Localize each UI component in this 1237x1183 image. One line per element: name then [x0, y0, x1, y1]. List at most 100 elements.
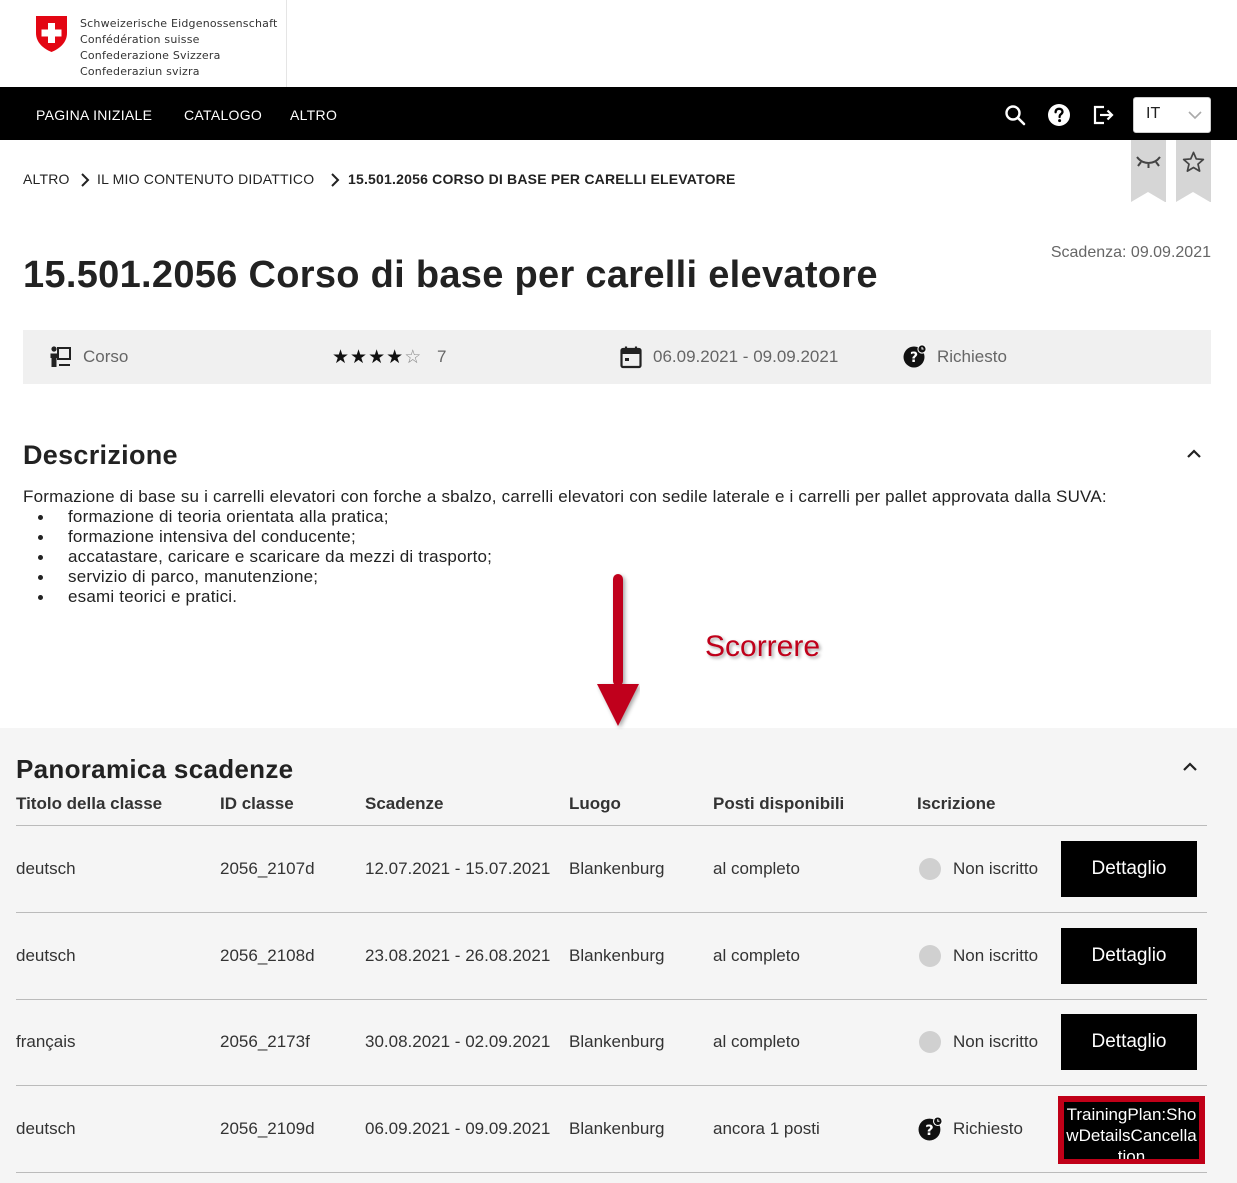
cell-class-id: 2056_2109d [220, 1119, 315, 1138]
eye-closed-icon [1136, 156, 1161, 168]
cell-dates: 23.08.2021 - 26.08.2021 [365, 946, 551, 965]
collapse-description-icon[interactable] [1186, 447, 1202, 459]
chevron-right-icon [331, 173, 340, 187]
cell-class-title: deutsch [16, 946, 76, 965]
scroll-annotation-label: Scorrere [705, 630, 821, 663]
ribbon-notch [1131, 192, 1165, 202]
list-item: formazione intensiva del conducente; [23, 527, 492, 547]
cell-enrollment: Richiesto [953, 1119, 1023, 1138]
cell-class-id: 2056_2108d [220, 946, 315, 965]
course-deadline: Scadenza: 09.09.2021 [1050, 244, 1211, 261]
column-header-enrollment[interactable]: Iscrizione [917, 794, 995, 814]
logout-icon[interactable] [1091, 103, 1115, 127]
ribbon-notch [1176, 192, 1210, 202]
request-pending-icon: ? [903, 344, 927, 368]
language-value: IT [1146, 105, 1161, 122]
star-outline-icon [1182, 151, 1205, 172]
not-enrolled-status-icon [919, 858, 941, 880]
star-filled-icon: ★ [386, 346, 405, 368]
cell-enrollment: Non iscritto [953, 859, 1039, 878]
detail-button[interactable]: Dettaglio [1061, 1014, 1197, 1070]
nav-home[interactable]: PAGINA INIZIALE [36, 87, 152, 140]
cancellation-details-button[interactable]: TrainingPlan:ShowDetailsCancellation [1058, 1096, 1205, 1164]
scroll-down-arrow-icon [597, 574, 639, 726]
chevron-down-icon [1188, 111, 1202, 120]
course-info-bar: Corso ★★★★☆ 7 06.09.2021 - 09.09.2021 ? … [23, 330, 1211, 384]
star-filled-icon: ★ [350, 346, 369, 368]
page-title: 15.501.2056 Corso di base per carelli el… [23, 254, 878, 296]
favorite-bookmark[interactable] [1176, 140, 1211, 202]
collapse-schedule-icon[interactable] [1182, 760, 1198, 772]
cell-place: Blankenburg [569, 1032, 665, 1051]
classroom-teacher-icon [50, 346, 71, 367]
list-item: esami teorici e pratici. [23, 587, 492, 607]
cell-class-id: 2056_2107d [220, 859, 315, 878]
calendar-icon [620, 346, 642, 369]
request-pending-icon: ? [918, 1116, 943, 1141]
language-select[interactable]: IT [1133, 97, 1211, 133]
detail-button[interactable]: Dettaglio [1061, 928, 1197, 984]
list-item: accatastare, caricare e scaricare da mez… [23, 547, 492, 567]
nav-more[interactable]: ALTRO [290, 87, 337, 140]
cell-dates: 06.09.2021 - 09.09.2021 [365, 1119, 551, 1138]
cell-enrollment: Non iscritto [953, 946, 1039, 965]
chevron-right-icon [81, 173, 90, 187]
cell-place: Blankenburg [569, 859, 665, 878]
course-dates: 06.09.2021 - 09.09.2021 [653, 347, 839, 366]
cell-class-id: 2056_2173f [220, 1032, 310, 1051]
search-icon[interactable] [1003, 103, 1027, 127]
not-enrolled-status-icon [919, 945, 941, 967]
svg-text:?: ? [910, 350, 918, 366]
swiss-shield-icon [36, 16, 67, 52]
svg-text:?: ? [925, 1122, 933, 1139]
star-filled-icon: ★ [368, 346, 387, 368]
list-item: servizio di parco, manutenzione; [23, 567, 492, 587]
column-header-seats[interactable]: Posti disponibili [713, 794, 844, 814]
table-divider [16, 1085, 1207, 1086]
rating-count: 7 [437, 347, 447, 366]
table-divider [16, 999, 1207, 1000]
confederation-brand[interactable]: Schweizerische Eidgenossenschaft Confédé… [0, 0, 287, 87]
table-divider [16, 1172, 1207, 1173]
column-header-dates[interactable]: Scadenze [365, 794, 443, 814]
brand-line: Schweizerische Eidgenossenschaft [80, 17, 278, 30]
main-navbar: PAGINA INIZIALE CATALOGO ALTRO [0, 87, 1237, 140]
cell-dates: 30.08.2021 - 02.09.2021 [365, 1032, 551, 1051]
breadcrumb-item-more[interactable]: ALTRO [23, 171, 70, 187]
list-item: formazione di teoria orientata alla prat… [23, 507, 492, 527]
column-header-class-id[interactable]: ID classe [220, 794, 294, 814]
cell-seats: al completo [713, 859, 800, 878]
cell-seats: al completo [713, 1032, 800, 1051]
star-filled-icon: ★ [332, 346, 351, 368]
column-header-place[interactable]: Luogo [569, 794, 621, 814]
table-divider [16, 912, 1207, 913]
description-intro: Formazione di base su i carrelli elevato… [23, 487, 1107, 506]
cell-seats: ancora 1 posti [713, 1119, 820, 1138]
star-empty-icon: ☆ [404, 346, 423, 368]
description-heading: Descrizione [23, 440, 178, 470]
cell-class-title: deutsch [16, 1119, 76, 1138]
breadcrumb-item-current: 15.501.2056 CORSO DI BASE PER CARELLI EL… [348, 171, 736, 187]
cancellation-details-label: TrainingPlan:ShowDetailsCancellation [1064, 1102, 1199, 1159]
table-divider [16, 825, 1207, 826]
ignore-bookmark[interactable] [1131, 140, 1166, 202]
help-icon[interactable] [1047, 103, 1071, 127]
cell-seats: al completo [713, 946, 800, 965]
course-status: Richiesto [937, 347, 1007, 366]
detail-button[interactable]: Dettaglio [1061, 841, 1197, 897]
not-enrolled-status-icon [919, 1031, 941, 1053]
column-header-class-title[interactable]: Titolo della classe [16, 794, 162, 814]
description-list: formazione di teoria orientata alla prat… [23, 507, 492, 607]
cell-place: Blankenburg [569, 1119, 665, 1138]
brand-line: Confederaziun svizra [80, 65, 200, 78]
brand-text: Schweizerische Eidgenossenschaft Confédé… [80, 16, 277, 80]
brand-line: Confédération suisse [80, 33, 200, 46]
schedule-heading: Panoramica scadenze [16, 754, 294, 784]
brand-line: Confederazione Svizzera [80, 49, 221, 62]
cell-class-title: français [16, 1032, 76, 1051]
course-type: Corso [83, 347, 129, 366]
cell-enrollment: Non iscritto [953, 1032, 1039, 1051]
cell-dates: 12.07.2021 - 15.07.2021 [365, 859, 551, 878]
nav-catalog[interactable]: CATALOGO [184, 87, 262, 140]
breadcrumb-item-my-content[interactable]: IL MIO CONTENUTO DIDATTICO [97, 171, 314, 187]
